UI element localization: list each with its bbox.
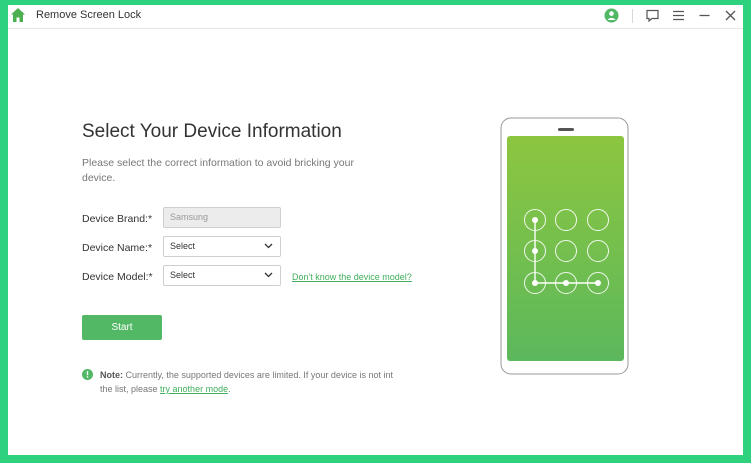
minimize-icon[interactable]	[697, 8, 712, 23]
device-name-select[interactable]: Select	[163, 236, 281, 257]
user-account-icon[interactable]	[604, 8, 619, 23]
device-model-help-link[interactable]: Don't know the device model?	[292, 272, 412, 282]
device-brand-label: Device Brand:*	[82, 213, 153, 225]
device-model-value: Select	[170, 270, 196, 280]
start-button[interactable]: Start	[82, 315, 162, 340]
menu-icon[interactable]	[671, 8, 686, 23]
device-model-label: Device Model:*	[82, 271, 153, 283]
page-title: Select Your Device Information	[82, 121, 342, 142]
note-text: Currently, the supported devices are lim…	[100, 370, 393, 394]
device-name-value: Select	[170, 241, 196, 251]
title-bar: Remove Screen Lock	[8, 5, 743, 29]
phone-illustration	[500, 117, 629, 375]
device-brand-field: Samsung	[163, 207, 281, 228]
device-model-select[interactable]: Select	[163, 265, 281, 286]
supported-devices-note: Note: Currently, the supported devices a…	[100, 368, 400, 396]
note-suffix: .	[228, 384, 231, 394]
info-icon	[82, 369, 93, 380]
note-prefix: Note:	[100, 370, 123, 380]
device-brand-value: Samsung	[170, 212, 209, 222]
app-window: Remove Screen Lock Select Your Device In…	[8, 5, 743, 455]
window-title: Remove Screen Lock	[36, 9, 142, 21]
titlebar-separator	[632, 9, 633, 23]
close-icon[interactable]	[723, 8, 738, 23]
feedback-icon[interactable]	[645, 8, 660, 23]
try-another-mode-link[interactable]: try another mode	[160, 384, 228, 394]
home-icon[interactable]	[10, 7, 26, 23]
chevron-down-icon	[264, 243, 273, 249]
device-name-label: Device Name:*	[82, 242, 153, 254]
page-subtitle: Please select the correct information to…	[82, 157, 354, 184]
chevron-down-icon	[264, 272, 273, 278]
